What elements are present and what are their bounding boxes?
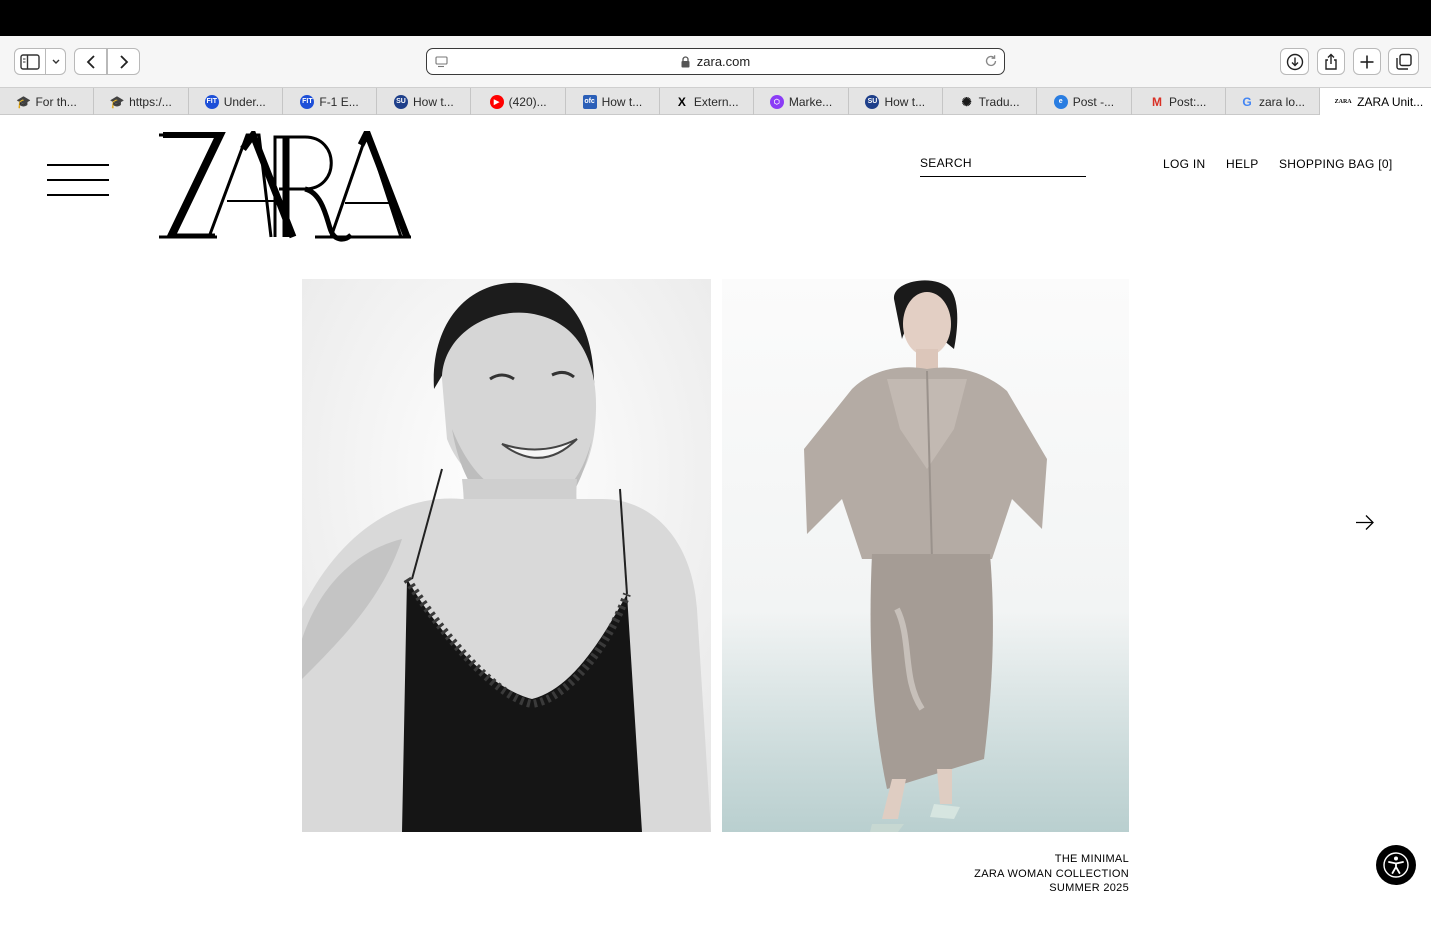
browser-tab[interactable]: X Extern... <box>660 88 755 115</box>
reload-icon[interactable] <box>984 54 998 71</box>
chevron-down-icon <box>52 59 59 64</box>
tab-label: zara lo... <box>1258 94 1306 109</box>
menu-line <box>47 179 109 181</box>
back-button[interactable] <box>74 48 107 75</box>
hexagon-icon: ⬡ <box>769 94 784 109</box>
tab-bar: 🎓 For th... 🎓 https:/... FIT Under... FIT F-1 E… <box>0 87 1431 115</box>
zara-icon: ZARA <box>1334 98 1352 105</box>
browser-tab[interactable]: ofc How t... <box>566 88 661 115</box>
chevron-left-icon <box>86 54 95 69</box>
page-settings-icon[interactable] <box>435 55 449 72</box>
menu-line <box>47 164 109 166</box>
tab-overview-button[interactable] <box>1388 48 1419 75</box>
next-slide-button[interactable] <box>1354 512 1375 533</box>
tab-label: For th... <box>35 94 77 109</box>
suny-icon: SU <box>393 94 408 109</box>
menu-line <box>47 194 109 196</box>
sidebar-menu-button[interactable] <box>46 48 66 75</box>
graduation-cap-icon: 🎓 <box>16 94 31 109</box>
browser-tab[interactable]: SU How t... <box>377 88 472 115</box>
browser-tab[interactable]: 🎓 https:/... <box>94 88 189 115</box>
tab-label: Tradu... <box>978 94 1020 109</box>
help-link[interactable]: HELP <box>1226 157 1259 171</box>
tab-label: Under... <box>223 94 266 109</box>
portrait-photo <box>302 279 711 832</box>
tab-label: ZARA Unit... <box>1357 94 1424 109</box>
youtube-icon: ▶ <box>489 94 504 109</box>
browser-tab[interactable]: M Post:... <box>1132 88 1226 115</box>
tab-overview-icon <box>1395 53 1412 70</box>
edge-icon: e <box>1053 94 1068 109</box>
accessibility-icon <box>1383 852 1409 878</box>
tab-label: How t... <box>601 94 643 109</box>
caption-line-3: SUMMER 2025 <box>1049 882 1129 894</box>
shopping-bag-link[interactable]: SHOPPING BAG [0] <box>1279 157 1393 171</box>
openai-icon: ✺ <box>961 94 972 109</box>
fit-icon: FIT <box>300 94 315 109</box>
x-icon: X <box>677 94 686 109</box>
caption-line-1: THE MINIMAL <box>1054 853 1129 865</box>
tab-label: Post:... <box>1169 94 1207 109</box>
new-tab-button[interactable] <box>1353 48 1381 75</box>
browser-tab[interactable]: Gzara lo... <box>1226 88 1321 115</box>
office-icon: ofc <box>582 94 597 109</box>
tab-label: F-1 E... <box>319 94 359 109</box>
hero-image-left[interactable] <box>302 279 711 832</box>
login-link[interactable]: LOG IN <box>1163 157 1205 171</box>
chevron-right-icon <box>119 54 128 69</box>
browser-tab[interactable]: e Post -... <box>1037 88 1132 115</box>
plus-icon <box>1360 55 1374 68</box>
tab-label: https:/... <box>129 94 172 109</box>
tab-label: Marke... <box>788 94 833 109</box>
tab-label: Post -... <box>1072 94 1115 109</box>
tab-label: How t... <box>884 94 926 109</box>
hero-image-right[interactable] <box>722 279 1129 832</box>
fit-icon: FIT <box>204 94 219 109</box>
browser-tab[interactable]: 🎓 For th... <box>0 88 95 115</box>
browser-toolbar: zara.com <box>0 36 1431 87</box>
browser-tab[interactable]: ⬡ Marke... <box>754 88 849 115</box>
graduation-cap-icon: 🎓 <box>109 94 125 109</box>
google-icon: G <box>1242 94 1252 109</box>
lock-icon <box>681 55 690 68</box>
address-bar[interactable]: zara.com <box>426 48 1005 75</box>
browser-tab[interactable]: ZARA ZARA Unit... <box>1320 88 1431 115</box>
sidebar-icon <box>20 53 40 70</box>
share-icon <box>1325 53 1337 70</box>
download-icon <box>1286 53 1303 70</box>
sidebar-toggle-button[interactable] <box>14 48 46 75</box>
accessibility-button[interactable] <box>1376 845 1416 885</box>
url-text: zara.com <box>696 54 751 69</box>
browser-tab[interactable]: ▶ (420)... <box>471 88 566 115</box>
suny-icon: SU <box>865 94 880 109</box>
window-top-bar <box>0 0 1431 36</box>
gmail-icon: M <box>1152 94 1163 109</box>
browser-tab[interactable]: FIT Under... <box>189 88 283 115</box>
browser-tab[interactable]: ✺ Tradu... <box>943 88 1038 115</box>
zara-logo[interactable] <box>155 124 413 243</box>
tab-label: (420)... <box>508 94 547 109</box>
arrow-right-icon <box>1356 515 1374 530</box>
forward-button[interactable] <box>107 48 140 75</box>
downloads-button[interactable] <box>1280 48 1309 75</box>
share-button[interactable] <box>1317 48 1345 75</box>
caption-line-2: ZARA WOMAN COLLECTION <box>974 867 1129 880</box>
menu-button[interactable] <box>47 164 109 196</box>
model-photo <box>804 280 1047 832</box>
collection-caption[interactable]: THE MINIMAL ZARA WOMAN COLLECTION SUMMER… <box>940 852 1129 896</box>
browser-tab[interactable]: FIT F-1 E... <box>283 88 378 115</box>
browser-tab[interactable]: SU How t... <box>849 88 943 115</box>
tab-label: How t... <box>412 94 454 109</box>
tab-label: Extern... <box>693 94 739 109</box>
search-input[interactable]: SEARCH <box>920 156 1086 177</box>
